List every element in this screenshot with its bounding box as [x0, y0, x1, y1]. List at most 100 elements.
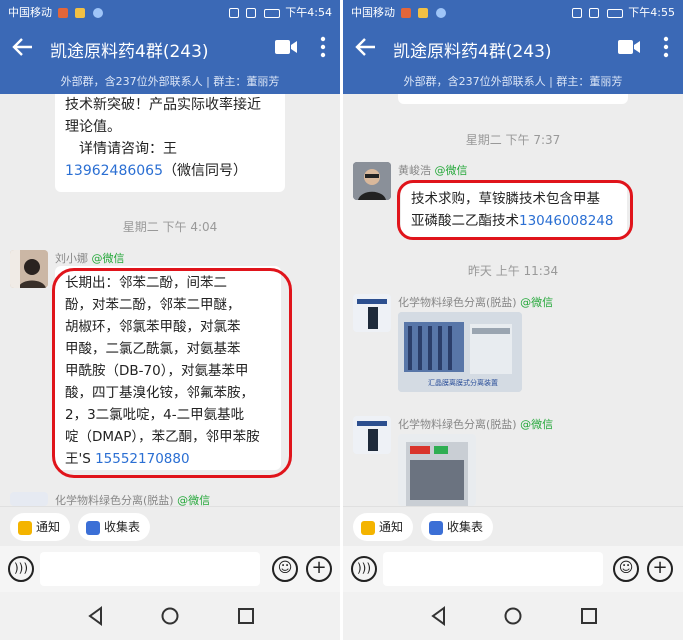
- control-panel-icon: [398, 434, 476, 506]
- message-bubble[interactable]: [398, 94, 628, 104]
- notify-label: 通知: [36, 520, 61, 534]
- notification-icon: [92, 8, 103, 18]
- avatar[interactable]: [10, 492, 48, 506]
- wechat-tag: @微信: [520, 418, 554, 431]
- notify-label: 通知: [379, 520, 404, 534]
- sender-name: 黄峻浩 @微信: [398, 162, 468, 178]
- message-input[interactable]: [383, 552, 603, 586]
- notification-icon: [75, 8, 85, 18]
- status-bar: 中国移动 下午4:54: [0, 0, 340, 22]
- battery-icon: [606, 8, 623, 18]
- wechat-tag: @微信: [177, 494, 211, 506]
- notify-button[interactable]: 通知: [353, 513, 414, 541]
- form-button[interactable]: 收集表: [421, 513, 494, 541]
- company-logo-icon: [353, 416, 391, 454]
- message-line: 详情请咨询：王: [79, 141, 177, 157]
- input-bar: ))) ☺ +: [0, 546, 340, 592]
- form-icon: [429, 520, 443, 535]
- avatar[interactable]: [10, 250, 48, 288]
- emoji-icon[interactable]: ☺: [272, 556, 298, 582]
- left-screenshot: 中国移动 下午4:54 凯途原料药4群(243) 外部群，含237位外部联系人 …: [0, 0, 340, 640]
- phone-link[interactable]: 13962486065: [65, 163, 163, 179]
- equipment-image[interactable]: [398, 434, 476, 506]
- quick-toolbar: 通知 收集表: [0, 506, 340, 547]
- company-logo-icon: [353, 294, 391, 332]
- nav-home-icon[interactable]: [503, 606, 523, 626]
- time-separator: 星期二 下午 4:04: [122, 220, 218, 234]
- system-nav-bar: [343, 592, 683, 640]
- time-separator: 昨天 上午 11:34: [467, 264, 559, 278]
- sender-label: 化学物料绿色分离(脱盐): [398, 296, 517, 309]
- megaphone-icon: [361, 520, 375, 535]
- back-arrow-icon[interactable]: [10, 34, 36, 60]
- video-call-icon[interactable]: [274, 37, 298, 57]
- annotation-circle: [397, 180, 633, 240]
- nav-home-icon[interactable]: [160, 606, 180, 626]
- nav-recents-icon[interactable]: [579, 606, 599, 626]
- message-line: 理论值。: [65, 119, 121, 135]
- sender-name: 化学物料绿色分离(脱盐) @微信: [398, 416, 553, 432]
- avatar[interactable]: [353, 416, 391, 454]
- nav-back-icon[interactable]: [86, 606, 106, 626]
- clock: 下午4:54: [285, 6, 332, 19]
- signal-icon: [571, 8, 582, 18]
- megaphone-icon: [18, 520, 32, 535]
- quick-toolbar: 通知 收集表: [343, 506, 683, 547]
- carrier-label: 中国移动: [351, 6, 395, 19]
- sender-name: 刘小娜 @微信: [55, 250, 125, 266]
- message-list[interactable]: 星期二 下午 7:37 黄峻浩 @微信 技术求购，草铵膦技术包含甲基 亚磷酸二乙…: [343, 94, 683, 506]
- system-nav-bar: [0, 592, 340, 640]
- message-input[interactable]: [40, 552, 260, 586]
- wechat-tag: @微信: [91, 252, 125, 265]
- message-text: （微信同号）: [162, 163, 247, 179]
- battery-icon: [263, 8, 280, 18]
- form-icon: [86, 520, 100, 535]
- status-bar: 中国移动 下午4:55: [343, 0, 683, 22]
- message-line: 技术新突破！产品实际收率接近: [65, 97, 261, 113]
- image-caption: 汇晶膜离膜式分离装置: [428, 379, 498, 387]
- message-list[interactable]: 技术新突破！产品实际收率接近 理论值。 详情请咨询：王 13962486065（…: [0, 94, 340, 506]
- plus-icon[interactable]: +: [647, 556, 673, 582]
- sender-label: 刘小娜: [55, 252, 88, 265]
- avatar[interactable]: [353, 294, 391, 332]
- form-button[interactable]: 收集表: [78, 513, 151, 541]
- nav-recents-icon[interactable]: [236, 606, 256, 626]
- message-bubble[interactable]: 技术新突破！产品实际收率接近 理论值。 详情请咨询：王 13962486065（…: [55, 94, 285, 192]
- voice-icon[interactable]: ))): [351, 556, 377, 582]
- video-call-icon[interactable]: [617, 37, 641, 57]
- wechat-tag: @微信: [520, 296, 554, 309]
- form-label: 收集表: [447, 520, 484, 534]
- chat-title: 凯途原料药4群(243): [393, 42, 552, 62]
- app-bar: 凯途原料药4群(243): [0, 22, 340, 72]
- time-separator: 星期二 下午 7:37: [465, 133, 561, 147]
- form-label: 收集表: [104, 520, 141, 534]
- more-icon[interactable]: [661, 35, 671, 59]
- notification-icon: [57, 8, 68, 18]
- clock: 下午4:55: [628, 6, 675, 19]
- sender-name: 化学物料绿色分离(脱盐) @微信: [55, 492, 210, 506]
- sender-name: 化学物料绿色分离(脱盐) @微信: [398, 294, 553, 310]
- annotation-circle: [52, 268, 292, 478]
- carrier-label: 中国移动: [8, 6, 52, 19]
- wifi-icon: [246, 8, 257, 18]
- group-info: 外部群，含237位外部联系人 | 群主：董丽芳: [343, 72, 683, 94]
- sender-label: 黄峻浩: [398, 164, 431, 177]
- equipment-image[interactable]: 汇晶膜离膜式分离装置: [398, 312, 522, 392]
- voice-icon[interactable]: ))): [8, 556, 34, 582]
- more-icon[interactable]: [318, 35, 328, 59]
- plus-icon[interactable]: +: [306, 556, 332, 582]
- avatar[interactable]: [353, 162, 391, 200]
- back-arrow-icon[interactable]: [353, 34, 379, 60]
- notify-button[interactable]: 通知: [10, 513, 71, 541]
- nav-back-icon[interactable]: [429, 606, 449, 626]
- chat-title: 凯途原料药4群(243): [50, 42, 209, 62]
- wifi-icon: [589, 8, 600, 18]
- sender-label: 化学物料绿色分离(脱盐): [55, 494, 174, 506]
- emoji-icon[interactable]: ☺: [613, 556, 639, 582]
- wechat-tag: @微信: [434, 164, 468, 177]
- notification-icon: [418, 8, 428, 18]
- notification-icon: [435, 8, 446, 18]
- avatar-photo-icon: [353, 162, 391, 200]
- signal-icon: [228, 8, 239, 18]
- input-bar: ))) ☺ +: [343, 546, 683, 592]
